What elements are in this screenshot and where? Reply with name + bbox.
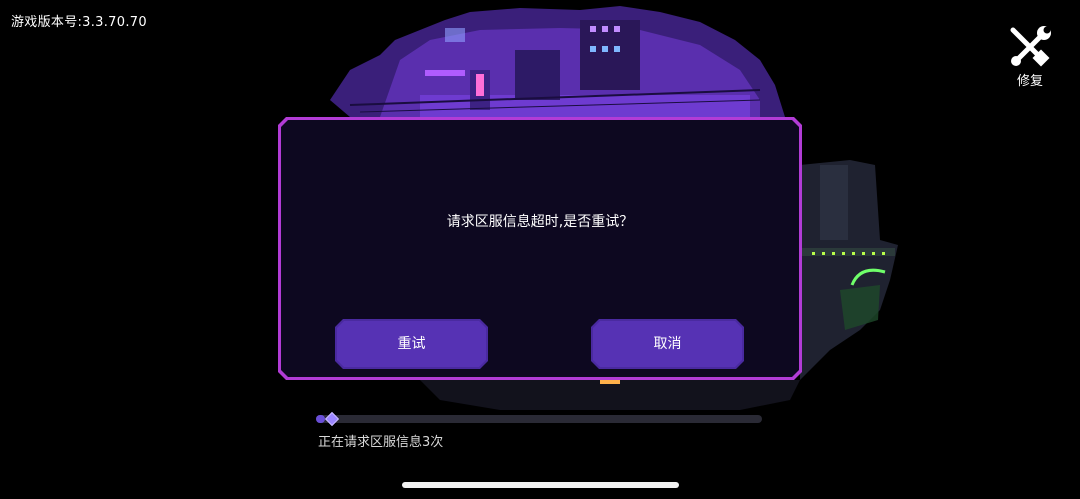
repair-button[interactable]: 修复 (1005, 24, 1055, 92)
progress-track (316, 415, 762, 423)
wrench-screwdriver-icon (1010, 26, 1051, 67)
loading-progress-bar (316, 411, 762, 427)
retry-button-label: 重试 (397, 336, 426, 352)
loading-status-text: 正在请求区服信息3次 (318, 435, 444, 450)
cancel-button-label: 取消 (653, 336, 682, 352)
progress-fill (316, 415, 325, 423)
dialog-message: 请求区服信息超时,是否重试？ (446, 214, 634, 230)
cancel-button[interactable]: 取消 (591, 319, 744, 369)
game-version-label: 游戏版本号:3.3.70.70 (11, 15, 147, 30)
home-indicator[interactable] (402, 482, 679, 488)
retry-button[interactable]: 重试 (335, 319, 488, 369)
retry-dialog: 请求区服信息超时,是否重试？ 重试 取消 (278, 117, 802, 380)
repair-label: 修复 (1016, 74, 1043, 89)
